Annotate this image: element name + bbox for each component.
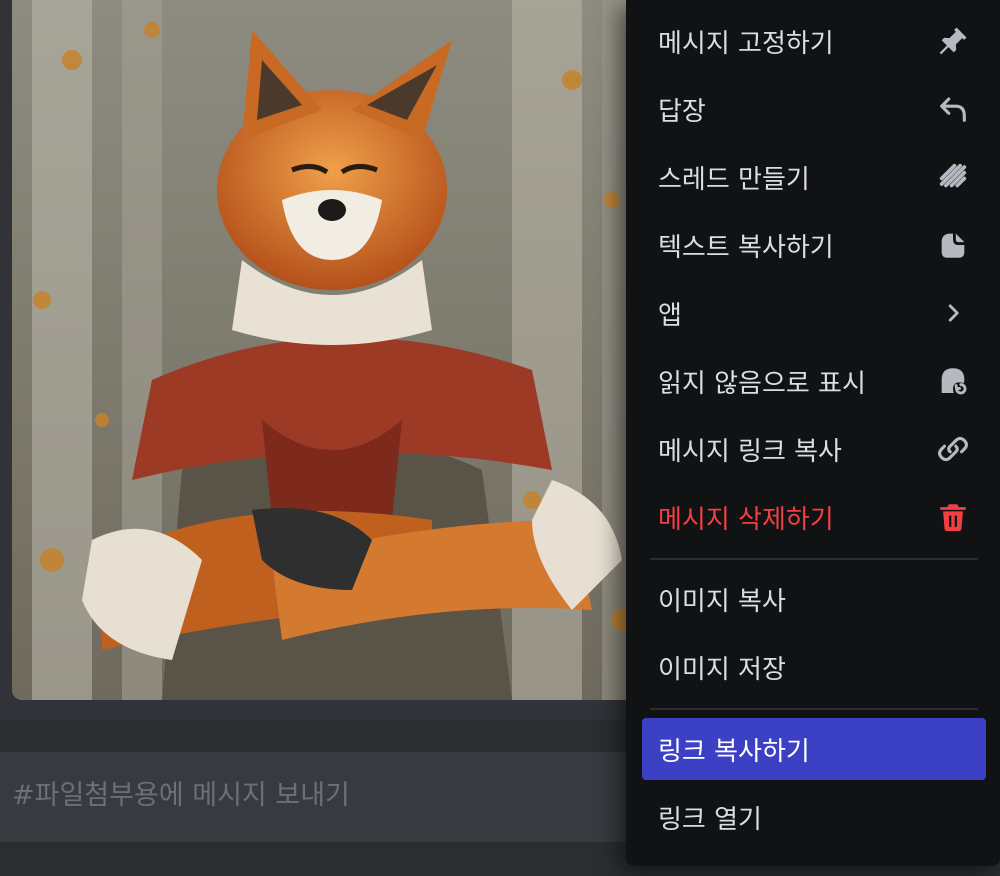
menu-item-apps[interactable]: 앱 — [642, 282, 986, 344]
menu-item-label: 메시지 링크 복사 — [658, 436, 842, 467]
menu-item-copy-image[interactable]: 이미지 복사 — [642, 568, 986, 630]
menu-item-label: 메시지 삭제하기 — [658, 504, 834, 535]
menu-item-pin-message[interactable]: 메시지 고정하기 — [642, 10, 986, 72]
menu-separator — [650, 708, 978, 710]
menu-item-reply[interactable]: 답장 — [642, 78, 986, 140]
menu-separator — [650, 558, 978, 560]
menu-item-copy-message-link[interactable]: 메시지 링크 복사 — [642, 418, 986, 480]
reply-icon — [936, 92, 970, 126]
menu-item-label: 이미지 저장 — [658, 654, 786, 685]
menu-item-label: 앱 — [658, 300, 682, 331]
message-input-placeholder[interactable]: #파일첨부용에 메시지 보내기 — [12, 774, 350, 818]
menu-item-label: 메시지 고정하기 — [658, 28, 834, 59]
menu-item-mark-unread[interactable]: 읽지 않음으로 표시 — [642, 350, 986, 412]
thread-icon — [936, 160, 970, 194]
menu-item-copy-link[interactable]: 링크 복사하기 — [642, 718, 986, 780]
menu-item-create-thread[interactable]: 스레드 만들기 — [642, 146, 986, 208]
menu-item-label: 답장 — [658, 96, 706, 127]
message-context-menu: 메시지 고정하기 답장 스레드 만들기 텍스트 복사하기 앱 읽지 않음으로 표… — [626, 0, 1000, 866]
menu-item-label: 텍스트 복사하기 — [658, 232, 834, 263]
pin-icon — [936, 24, 970, 58]
menu-item-label: 이미지 복사 — [658, 586, 786, 617]
menu-item-open-link[interactable]: 링크 열기 — [642, 786, 986, 848]
copy-text-icon — [936, 228, 970, 262]
menu-item-copy-text[interactable]: 텍스트 복사하기 — [642, 214, 986, 276]
mark-unread-icon — [936, 364, 970, 398]
menu-item-label: 읽지 않음으로 표시 — [658, 368, 866, 399]
fox-illustration — [12, 0, 652, 700]
message-image-attachment[interactable] — [12, 0, 652, 700]
menu-item-label: 링크 복사하기 — [658, 736, 810, 767]
link-icon — [936, 432, 970, 466]
menu-item-save-image[interactable]: 이미지 저장 — [642, 636, 986, 698]
trash-icon — [936, 500, 970, 534]
chevron-right-icon — [936, 296, 970, 330]
menu-item-delete-message[interactable]: 메시지 삭제하기 — [642, 486, 986, 548]
menu-item-label: 링크 열기 — [658, 804, 762, 835]
menu-item-label: 스레드 만들기 — [658, 164, 810, 195]
